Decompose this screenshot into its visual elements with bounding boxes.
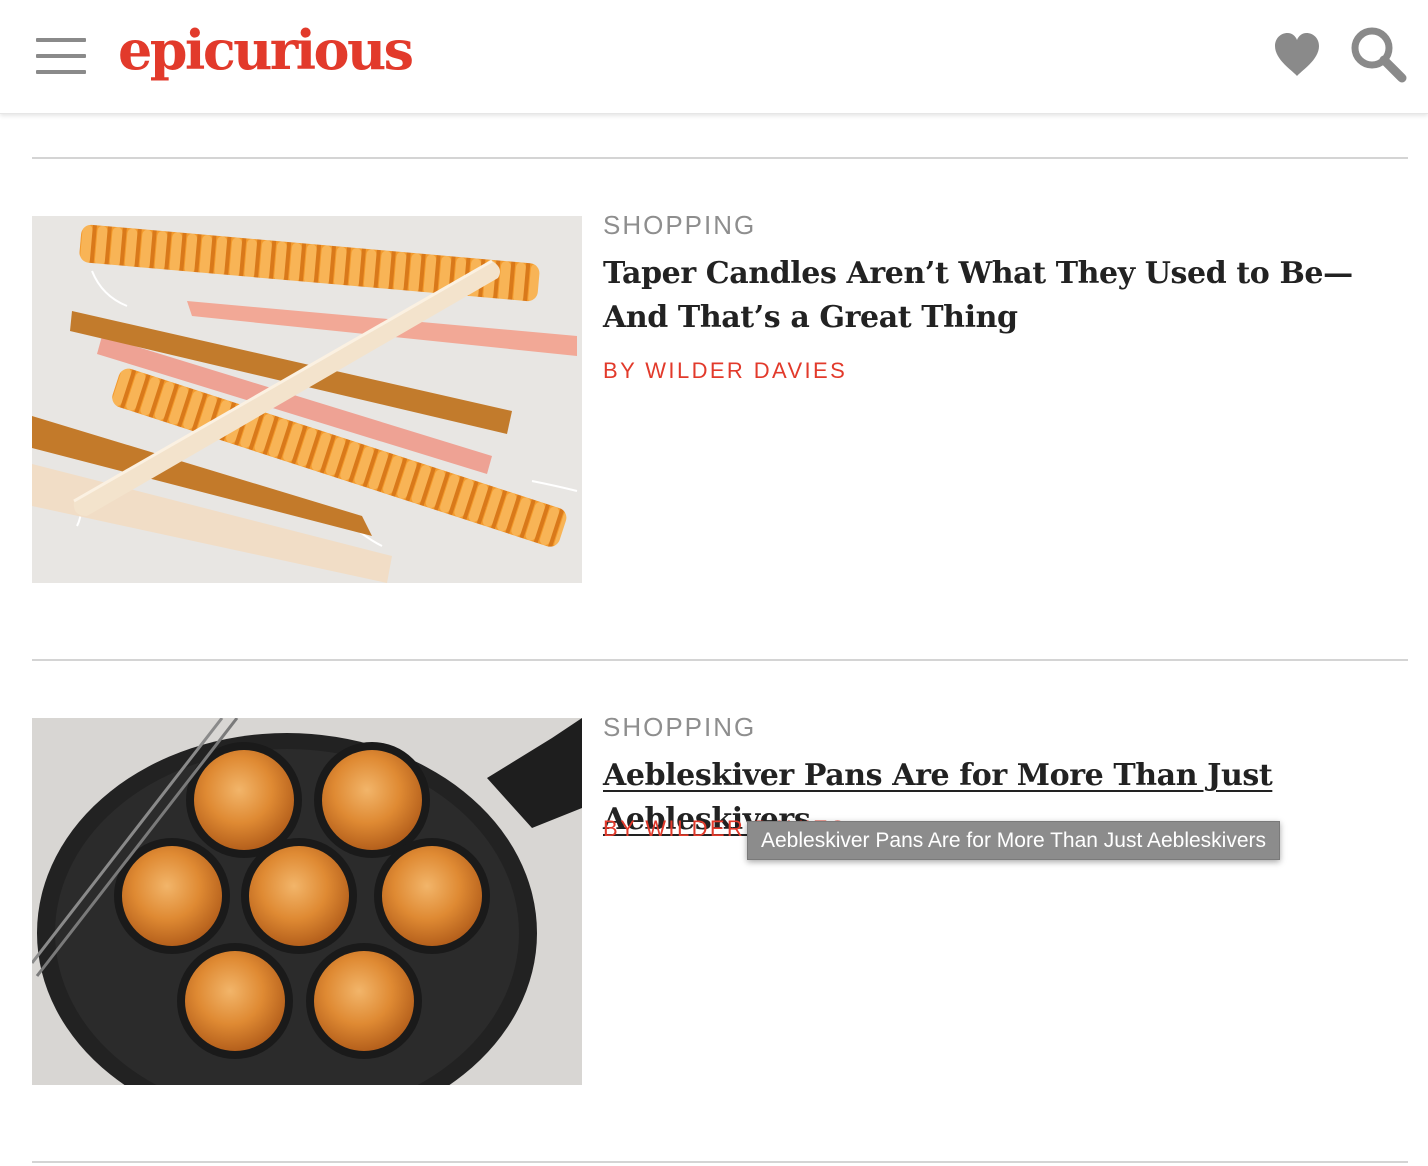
search-icon[interactable] (1348, 24, 1408, 84)
aebleskiver-image (32, 718, 582, 1085)
section-divider (32, 659, 1408, 661)
hamburger-menu-icon[interactable] (34, 36, 88, 76)
section-divider (32, 1161, 1408, 1163)
article-category[interactable]: SHOPPING (603, 712, 756, 742)
section-divider (32, 157, 1408, 159)
article-headline[interactable]: Taper Candles Aren’t What They Used to B… (603, 252, 1403, 340)
site-header: epicurious (0, 0, 1428, 114)
article-card: SHOPPING Aebleskiver Pans Are for More T… (32, 712, 1408, 1086)
link-tooltip: Aebleskiver Pans Are for More Than Just … (747, 821, 1281, 860)
site-logo[interactable]: epicurious (118, 14, 414, 86)
article-thumbnail-candles[interactable] (32, 216, 582, 583)
menu-bar (36, 70, 86, 74)
menu-bar (36, 54, 86, 58)
search-icon-graphic (1351, 27, 1407, 83)
heart-icon-graphic (1275, 33, 1319, 76)
article-byline[interactable]: BY WILDER DAVIES (603, 358, 847, 384)
candles-image (32, 216, 582, 583)
heart-icon[interactable] (1272, 30, 1322, 80)
article-thumbnail-aebleskiver[interactable] (32, 718, 582, 1085)
article-card: SHOPPING Taper Candles Aren’t What They … (32, 210, 1408, 584)
article-category[interactable]: SHOPPING (603, 210, 756, 240)
menu-bar (36, 38, 86, 42)
